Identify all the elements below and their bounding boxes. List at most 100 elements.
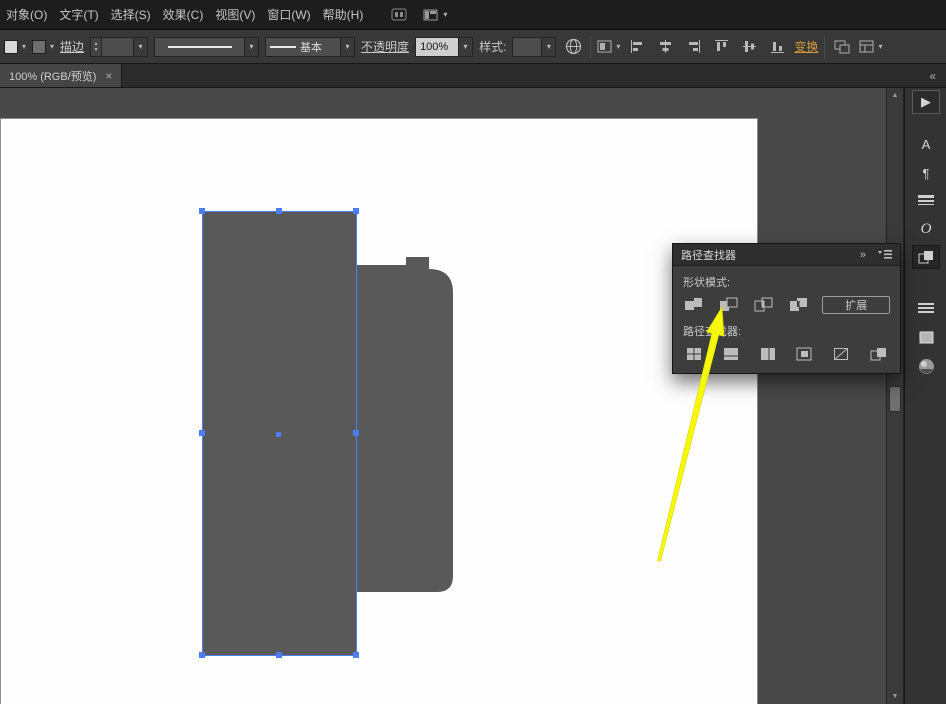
workspace-switcher-icon[interactable]: ▾ xyxy=(423,9,447,21)
selection-center-point xyxy=(276,432,281,437)
divider xyxy=(824,36,825,58)
scroll-down-icon[interactable]: ▼ xyxy=(887,690,903,703)
handle-bottom-right[interactable] xyxy=(353,652,359,658)
menu-object[interactable]: 对象(O) xyxy=(0,0,53,29)
appearance-panel-icon[interactable] xyxy=(912,325,940,349)
pathfinder-panel: 路径查找器 » 形状模式: 扩展 路径查找器: xyxy=(672,243,901,374)
control-bar: ▾ ▾ 描边 ▴ ▾ ▾ ▾ 基本 ▾ 不透明度 100% ▾ 样式: ▾ xyxy=(0,30,946,64)
minus-front-button[interactable] xyxy=(718,295,740,314)
handle-top-right[interactable] xyxy=(353,208,359,214)
stroke-panel-link[interactable]: 描边 xyxy=(60,38,84,55)
menu-window[interactable]: 窗口(W) xyxy=(261,0,316,29)
expand-button[interactable]: 扩展 xyxy=(822,296,890,314)
illustrator-window: { "menubar": { "items": ["对象(O)", "文字(T)… xyxy=(0,0,946,704)
chevron-down-icon: ▾ xyxy=(443,10,447,19)
fill-swatch[interactable] xyxy=(4,40,18,54)
chevron-down-icon[interactable]: ▾ xyxy=(244,38,258,56)
character-panel-icon[interactable]: A xyxy=(912,132,940,156)
chevron-down-icon[interactable]: ▾ xyxy=(340,38,354,56)
menu-select[interactable]: 选择(S) xyxy=(105,0,157,29)
width-profile-combo[interactable]: ▾ xyxy=(154,37,259,57)
spinner-down-icon: ▾ xyxy=(95,47,98,53)
unite-button[interactable] xyxy=(683,295,705,314)
paragraph-panel-icon[interactable]: ¶ xyxy=(912,161,940,185)
chevron-down-icon[interactable]: ▾ xyxy=(458,38,472,56)
brush-definition-combo[interactable]: 基本 ▾ xyxy=(265,37,355,57)
width-profile-preview xyxy=(155,38,244,56)
fill-color-control[interactable]: ▾ xyxy=(4,40,26,54)
layers-panel-icon[interactable] xyxy=(912,296,940,320)
pathfinders-label: 路径查找器: xyxy=(683,323,890,339)
handle-bottom-left[interactable] xyxy=(199,652,205,658)
style-label: 样式: xyxy=(479,38,506,55)
divide-button[interactable] xyxy=(683,344,706,363)
recolor-artwork-icon[interactable] xyxy=(562,37,584,57)
document-view xyxy=(0,88,886,704)
align-right-button[interactable] xyxy=(682,37,704,57)
stroke-weight-value[interactable] xyxy=(102,38,133,56)
crop-button[interactable] xyxy=(793,344,816,363)
bridge-icon[interactable] xyxy=(391,8,407,21)
menu-type[interactable]: 文字(T) xyxy=(53,0,104,29)
handle-top-center[interactable] xyxy=(276,208,282,214)
pathfinder-panel-icon[interactable] xyxy=(912,245,940,269)
document-tab[interactable]: 100% (RGB/预览) × xyxy=(0,64,122,87)
scrollbar-thumb[interactable] xyxy=(889,386,901,412)
transform-panel-link[interactable]: 变换 xyxy=(794,38,818,55)
style-combo[interactable]: ▾ xyxy=(512,37,556,57)
chevron-down-icon[interactable]: ▾ xyxy=(541,38,555,56)
pathfinders-row xyxy=(683,344,890,363)
opentype-panel-icon[interactable]: O xyxy=(912,217,940,241)
opacity-combo[interactable]: 100% ▾ xyxy=(415,37,473,57)
canvas-area[interactable] xyxy=(0,88,886,704)
pathfinder-panel-titlebar[interactable]: 路径查找器 » xyxy=(673,244,900,266)
document-tab-label: 100% (RGB/预览) xyxy=(9,68,96,84)
trim-button[interactable] xyxy=(720,344,743,363)
navigator-panel-icon[interactable] xyxy=(912,354,940,378)
brush-name: 基本 xyxy=(300,39,322,55)
chevron-down-icon: ▾ xyxy=(22,42,26,51)
rounded-rectangle-shape[interactable] xyxy=(357,257,453,592)
handle-top-left[interactable] xyxy=(199,208,205,214)
align-top-button[interactable] xyxy=(710,37,732,57)
align-left-button[interactable] xyxy=(626,37,648,57)
shape-modes-row: 扩展 xyxy=(683,295,890,314)
stroke-weight-combo[interactable]: ▴ ▾ ▾ xyxy=(90,37,148,57)
menu-view[interactable]: 视图(V) xyxy=(209,0,261,29)
minus-back-button[interactable] xyxy=(867,344,890,363)
stroke-swatch[interactable] xyxy=(32,40,46,54)
merge-button[interactable] xyxy=(757,344,780,363)
stroke-color-control[interactable]: ▾ xyxy=(32,40,54,54)
exclude-button[interactable] xyxy=(788,295,810,314)
align-to-dropdown[interactable]: ▾ xyxy=(597,40,620,53)
align-bottom-button[interactable] xyxy=(766,37,788,57)
expand-panels-icon[interactable]: « xyxy=(919,69,946,83)
chevron-down-icon: ▾ xyxy=(50,42,54,51)
stroke-weight-stepper[interactable]: ▴ ▾ xyxy=(91,38,102,56)
panel-menu-icon[interactable] xyxy=(878,249,892,260)
stroke-panel-icon[interactable] xyxy=(912,189,940,213)
menu-help[interactable]: 帮助(H) xyxy=(317,0,370,29)
chevron-down-icon: ▾ xyxy=(616,42,620,51)
style-preview xyxy=(513,38,541,56)
handle-middle-left[interactable] xyxy=(199,430,205,436)
intersect-button[interactable] xyxy=(753,295,775,314)
symbols-panel-icon[interactable]: ▶ xyxy=(912,90,940,114)
chevron-down-icon: ▾ xyxy=(878,42,882,51)
opacity-panel-link[interactable]: 不透明度 xyxy=(361,38,409,55)
menu-effect[interactable]: 效果(C) xyxy=(157,0,210,29)
collapse-panel-icon[interactable]: » xyxy=(860,249,866,261)
chevron-down-icon[interactable]: ▾ xyxy=(133,38,147,56)
opacity-value[interactable]: 100% xyxy=(416,38,458,56)
outline-button[interactable] xyxy=(830,344,853,363)
menu-bar: 对象(O) 文字(T) 选择(S) 效果(C) 视图(V) 窗口(W) 帮助(H… xyxy=(0,0,946,30)
more-options-icon[interactable]: ▾ xyxy=(859,40,882,53)
scroll-up-icon[interactable]: ▲ xyxy=(887,89,903,102)
handle-bottom-center[interactable] xyxy=(276,652,282,658)
align-center-button[interactable] xyxy=(654,37,676,57)
handle-middle-right[interactable] xyxy=(353,430,359,436)
isolate-selection-icon[interactable] xyxy=(831,37,853,57)
vertical-scrollbar[interactable]: ▲ ▼ xyxy=(886,88,904,704)
align-middle-button[interactable] xyxy=(738,37,760,57)
tab-close-icon[interactable]: × xyxy=(105,69,112,83)
